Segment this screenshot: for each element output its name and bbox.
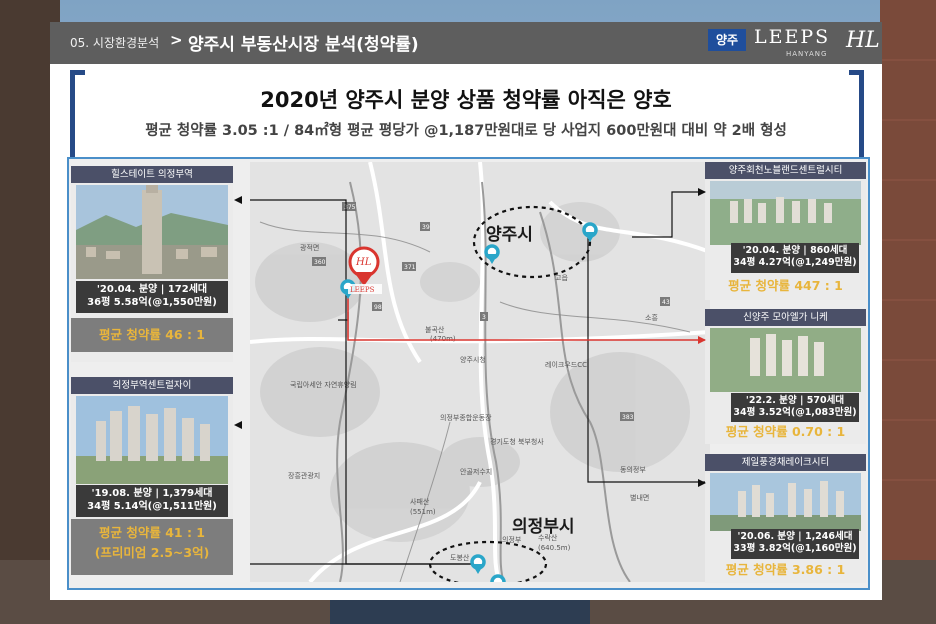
breadcrumb: 05. 시장환경분석 [70, 36, 160, 50]
card-rate: 평균 청약률 0.70 : 1 [725, 424, 846, 439]
card-info-line: 34평 5.14억(@1,511만원) [87, 501, 217, 512]
card-info-line: '20.04. 분양 | 172세대 [96, 284, 208, 295]
map-place: 안골저수지 [460, 467, 492, 476]
building-photo [710, 473, 861, 531]
map-place: 별내면 [630, 493, 649, 502]
arrow-right-icon [698, 188, 706, 196]
card-info-line: '22.2. 분양 | 570세대 [745, 395, 845, 406]
header-bar: 05. 시장환경분석 > 양주시 부동산시장 분석(청약률) 양주 LEEPS … [50, 22, 882, 64]
card-title: 힐스테이트 의정부역 [71, 166, 233, 183]
building-photo [710, 181, 861, 245]
map-place: (640.5m) [538, 544, 571, 552]
brand-subtitle: HANYANG [786, 50, 828, 58]
card-info-line: '19.08. 분양 | 1,379세대 [91, 488, 213, 499]
card-rate-box: 평균 청약률 41 : 1 (프리미엄 2.5~3억) [71, 519, 233, 575]
map-place: 장흥관광지 [288, 471, 320, 480]
arrow-left-icon [234, 196, 242, 204]
building-photo [76, 185, 228, 279]
card-rate: 평균 청약률 46 : 1 [71, 318, 233, 352]
connector-arrow-right-3 [698, 479, 706, 487]
card-info-line: '20.04. 분양 | 860세대 [742, 245, 848, 256]
card-title: 제일풍경채레이크시티 [705, 454, 866, 471]
connector-arrow-left-2 [234, 421, 242, 429]
card-title: 의정부역센트럴자이 [71, 377, 233, 394]
building-photo [76, 396, 228, 484]
headline: 2020년 양주시 분양 상품 청약률 아직은 양호 [260, 88, 672, 112]
project-card-central-xi: 의정부역센트럴자이 '19.08. 분양 | 1,379세대 34평 5.14억… [71, 377, 233, 575]
card-info-line: 36평 5.58억(@1,550만원) [87, 297, 217, 308]
marker-icon [490, 574, 506, 582]
slide: 05. 시장환경분석 > 양주시 부동산시장 분석(청약률) 양주 LEEPS … [50, 22, 882, 600]
section-title: 양주시 부동산시장 분석(청약률) [188, 35, 419, 55]
subheadline: 평균 청약률 3.05 :1 / 84㎡형 평균 평당가 @1,187만원대로 … [145, 123, 787, 139]
building-photo [710, 328, 861, 392]
project-card-hillstate: 힐스테이트 의정부역 '20.04. 분양 | 172세대 36평 5.58억(… [71, 166, 233, 362]
card-info-line: 34평 4.27억(@1,249만원) [733, 257, 857, 268]
arrow-left-icon [234, 421, 242, 429]
brand-mark-icon: HL [846, 28, 880, 53]
project-card-jeil-lake-city: 제일풍경채레이크시티 '20.06. 분양 | 1,246세대 33평 3.82… [705, 454, 866, 583]
brand-tag: 양주 [708, 29, 746, 51]
arrow-right-icon [698, 479, 706, 487]
map-place: 동의정부 [620, 465, 646, 474]
card-info-line: 34평 3.52억(@1,083만원) [733, 407, 857, 418]
map-place: (551m) [410, 508, 436, 516]
card-info: '20.04. 분양 | 172세대 36평 5.58억(@1,550만원) [76, 281, 228, 313]
card-rate: 평균 청약률 3.86 : 1 [725, 562, 846, 577]
card-title: 양주회천노블랜드센트럴시티 [705, 162, 866, 179]
map-place: 사패산 [410, 497, 430, 506]
card-info-line: 33평 3.82억(@1,160만원) [733, 543, 857, 554]
map-place: 도봉산 [450, 553, 470, 562]
project-card-noble-land: 양주회천노블랜드센트럴시티 '20.04. 분양 | 860세대 34평 4.2… [705, 162, 866, 300]
card-info: '22.2. 분양 | 570세대 34평 3.52억(@1,083만원) [731, 393, 859, 422]
card-rate: 평균 청약률 447 : 1 [728, 278, 843, 293]
city-label-uijeongbu: 의정부시 [512, 517, 575, 537]
connector-arrows [234, 188, 706, 344]
card-rate: 평균 청약률 41 : 1 [99, 525, 205, 540]
card-info-line: '20.06. 분양 | 1,246세대 [737, 531, 853, 542]
brand-logo: LEEPS [754, 26, 831, 48]
breadcrumb-separator: > [170, 31, 183, 49]
card-info: '20.04. 분양 | 860세대 34평 4.27억(@1,249만원) [731, 243, 859, 273]
card-title: 신양주 모아엘가 니케 [705, 309, 866, 326]
arrow-right-icon [698, 336, 706, 344]
project-card-moa-elga: 신양주 모아엘가 니케 '22.2. 분양 | 570세대 34평 3.52억(… [705, 309, 866, 444]
card-rate-note: (프리미엄 2.5~3억) [94, 545, 210, 560]
card-info: '19.08. 분양 | 1,379세대 34평 5.14억(@1,511만원) [76, 485, 228, 517]
card-info: '20.06. 분양 | 1,246세대 33평 3.82억(@1,160만원) [731, 529, 859, 559]
